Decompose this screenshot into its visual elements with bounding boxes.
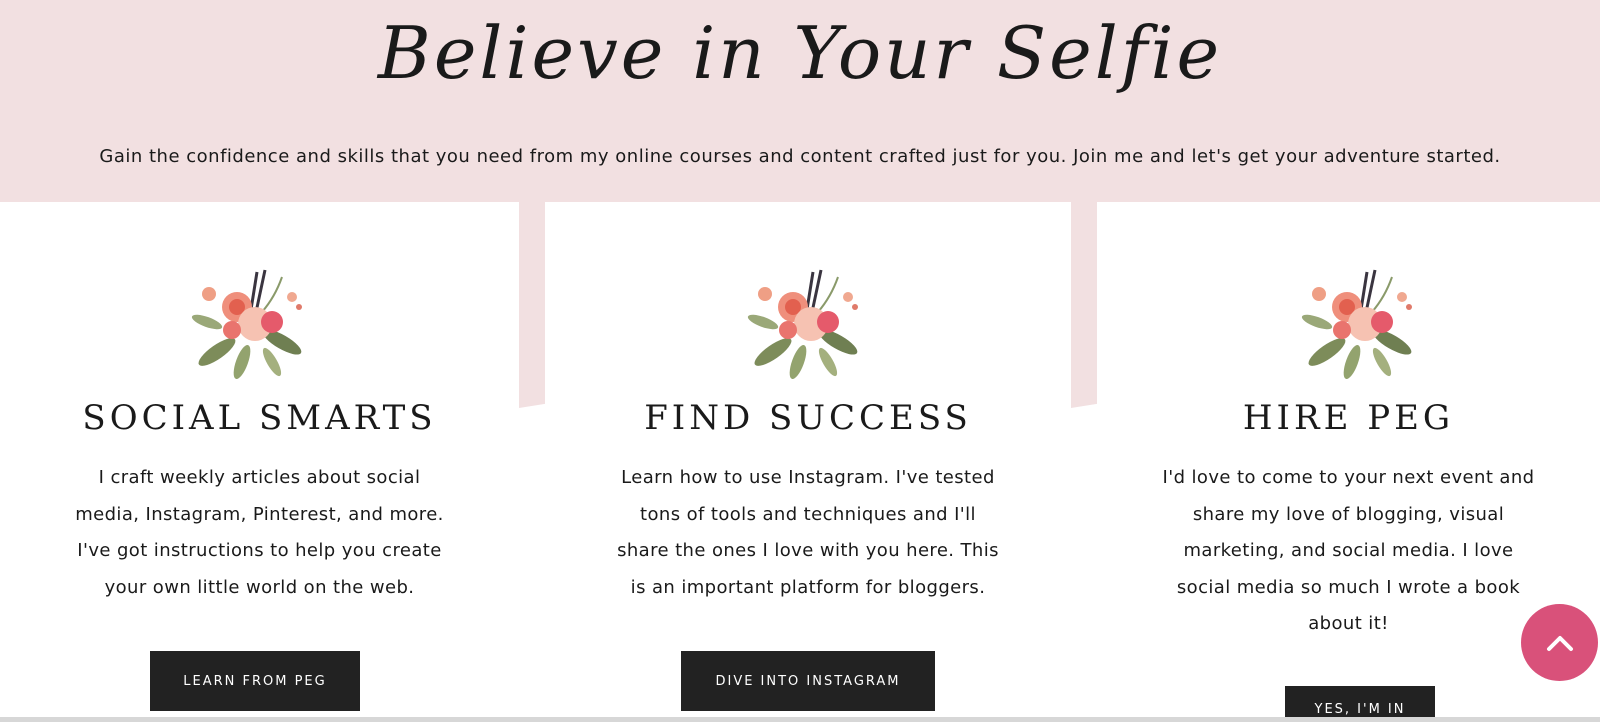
floral-bouquet-icon [1301, 269, 1412, 380]
hero-banner: Believe in Your Selfie Gain the confiden… [0, 0, 1600, 202]
card-title: HIRE PEG [1242, 398, 1455, 438]
card-text-line: I'd love to come to your next event and [1162, 467, 1535, 488]
svg-text:Believe in Your Selfie: Believe in Your Selfie [376, 11, 1222, 95]
chevron-up-icon [1546, 635, 1573, 651]
bottom-scrollbar-edge [0, 717, 1600, 722]
card-text-line: tons of tools and techniques and I'll [640, 503, 976, 525]
card-text-line: is an important platform for bloggers. [630, 576, 986, 598]
card-text-line: I craft weekly articles about social [98, 467, 421, 488]
learn-from-peg-button[interactable]: LEARN FROM PEG [150, 651, 360, 711]
card-description: Learn how to use Instagram. I've tested … [545, 460, 1071, 606]
card-text-line: marketing, and social media. I love [1183, 540, 1514, 561]
card-text-line: I've got instructions to help you create [77, 540, 442, 561]
dive-into-instagram-button[interactable]: DIVE INTO INSTAGRAM [681, 651, 935, 711]
card-separator [519, 200, 545, 408]
card-description: I craft weekly articles about social med… [0, 460, 519, 606]
card-text-line: social media so much I wrote a book [1176, 576, 1521, 598]
card-title: FIND SUCCESS [644, 398, 972, 438]
hero-tagline: Gain the confidence and skills that you … [99, 146, 1501, 167]
floral-bouquet-icon [191, 269, 302, 380]
card-text-line: share my love of blogging, visual [1192, 503, 1505, 525]
card-text-line: your own little world on the web. [104, 576, 415, 598]
card-find-success: FIND SUCCESS Learn how to use Instagram.… [545, 202, 1071, 722]
card-text-line: Learn how to use Instagram. I've tested [621, 467, 995, 488]
card-description: I'd love to come to your next event and … [1097, 460, 1600, 643]
card-text-line: media, Instagram, Pinterest, and more. [75, 503, 444, 525]
card-text-line: share the ones I love with you here. Thi… [617, 540, 999, 561]
scroll-to-top-button[interactable] [1521, 604, 1598, 681]
card-social-smarts: SOCIAL SMARTS I craft weekly articles ab… [0, 202, 519, 722]
script-title: Believe in Your Selfie [376, 11, 1222, 95]
card-title: SOCIAL SMARTS [82, 398, 437, 438]
floral-bouquet-icon [747, 269, 858, 380]
card-separator [1071, 200, 1097, 408]
